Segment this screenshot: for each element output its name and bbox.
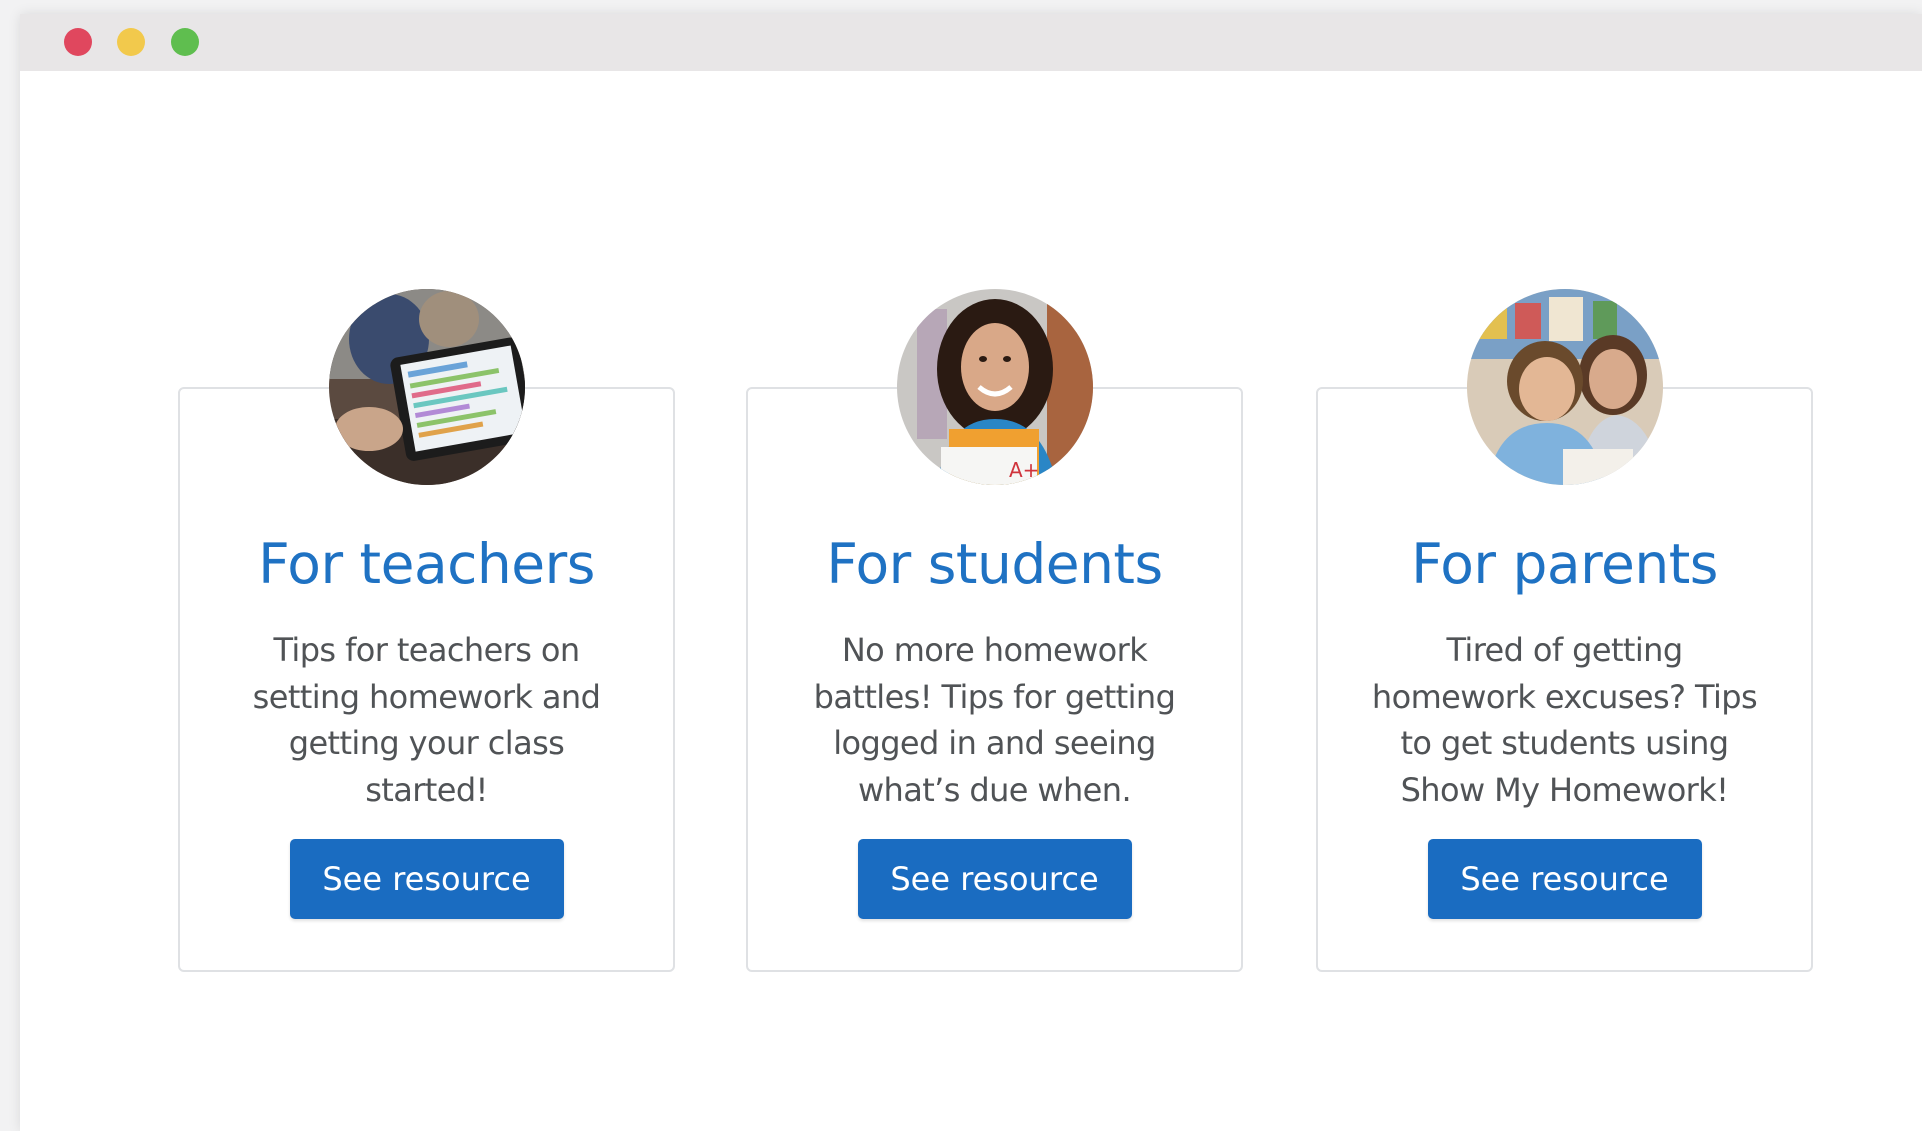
minimize-window-button[interactable] [117, 28, 145, 56]
children-reading-photo [1466, 289, 1663, 485]
student-smiling-photo: A+ [896, 289, 1093, 485]
card-title: For parents [1411, 532, 1718, 596]
card-students: A+ For students No more homework battles… [746, 289, 1243, 972]
card-parents: For parents Tired of getting homework ex… [1316, 289, 1813, 972]
page-content: For teachers Tips for teachers on settin… [32, 71, 1922, 1131]
teacher-tablet-photo [328, 289, 525, 485]
browser-window: For teachers Tips for teachers on settin… [20, 14, 1922, 1131]
card-description: No more homework battles! Tips for getti… [813, 631, 1176, 809]
card-title: For teachers [258, 532, 595, 596]
svg-text:A+: A+ [1009, 458, 1039, 482]
window-titlebar [20, 14, 1922, 71]
see-resource-teachers-button[interactable]: See resource [289, 839, 564, 919]
card-teachers: For teachers Tips for teachers on settin… [178, 289, 675, 972]
close-window-button[interactable] [64, 28, 92, 56]
see-resource-parents-button[interactable]: See resource [1427, 839, 1702, 919]
card-title: For students [826, 532, 1163, 596]
card-description: Tips for teachers on setting homework an… [252, 631, 601, 809]
see-resource-students-button[interactable]: See resource [857, 839, 1132, 919]
maximize-window-button[interactable] [171, 28, 199, 56]
card-description: Tired of getting homework excuses? Tips … [1371, 631, 1758, 809]
